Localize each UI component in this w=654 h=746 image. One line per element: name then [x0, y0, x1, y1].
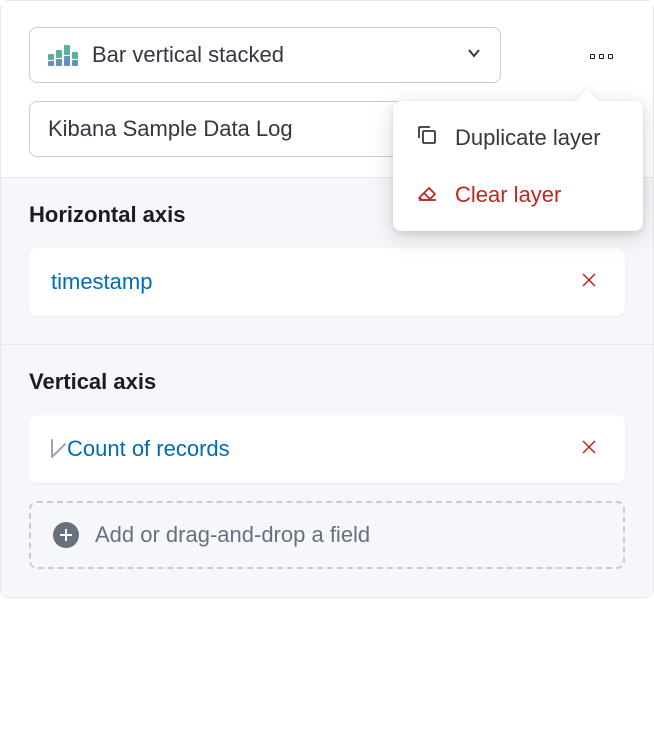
chart-type-label: Bar vertical stacked	[92, 42, 466, 68]
duplicate-layer-label: Duplicate layer	[455, 125, 601, 151]
vertical-axis-header: Vertical axis	[29, 369, 625, 395]
add-field-label: Add or drag-and-drop a field	[95, 522, 370, 548]
clear-layer-label: Clear layer	[455, 182, 561, 208]
bar-vertical-stacked-icon	[48, 45, 78, 66]
layer-actions-popover: Duplicate layer Clear layer	[393, 101, 643, 231]
chevron-down-icon	[466, 45, 482, 66]
layer-more-button[interactable]	[579, 41, 623, 71]
eraser-icon	[415, 180, 439, 209]
copy-icon	[415, 123, 439, 152]
duplicate-layer-item[interactable]: Duplicate layer	[393, 109, 643, 166]
empty-icon	[51, 440, 53, 458]
more-horizontal-icon	[590, 54, 613, 59]
horizontal-axis-field[interactable]: timestamp	[29, 248, 625, 316]
horizontal-axis-title: Horizontal axis	[29, 202, 185, 228]
remove-horizontal-field-button[interactable]	[575, 266, 603, 299]
remove-vertical-field-button[interactable]	[575, 433, 603, 466]
vertical-axis-field[interactable]: Count of records	[29, 415, 625, 483]
plus-circle-icon	[53, 522, 79, 548]
layer-top-section: Bar vertical stacked Kibana Sample Data …	[1, 1, 653, 177]
data-source-label: Kibana Sample Data Log	[48, 116, 293, 142]
chart-type-selector[interactable]: Bar vertical stacked	[29, 27, 501, 83]
add-vertical-field-button[interactable]: Add or drag-and-drop a field	[29, 501, 625, 569]
vertical-axis-title: Vertical axis	[29, 369, 156, 395]
horizontal-axis-field-label: timestamp	[51, 269, 575, 295]
layer-config-panel: Bar vertical stacked Kibana Sample Data …	[0, 0, 654, 598]
vertical-axis-section: Vertical axis Count of records Add or	[1, 344, 653, 597]
vertical-axis-field-label: Count of records	[67, 436, 575, 462]
clear-layer-item[interactable]: Clear layer	[393, 166, 643, 223]
